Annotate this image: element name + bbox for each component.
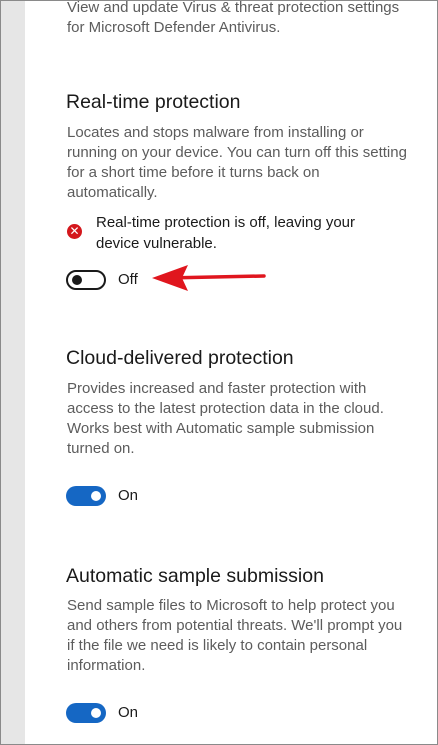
cloud-toggle-label: On [118, 487, 139, 504]
toggle-knob [91, 491, 101, 501]
cloud-toggle-row[interactable]: On [66, 486, 186, 506]
realtime-protection-toggle[interactable] [66, 270, 106, 290]
realtime-protection-description: Locates and stops malware from installin… [67, 124, 407, 201]
cloud-protection-description: Provides increased and faster protection… [67, 380, 384, 457]
intro-description: View and update Virus & threat protectio… [67, 0, 400, 36]
sample-toggle-row[interactable]: On [66, 703, 186, 723]
cloud-protection-toggle[interactable] [66, 486, 106, 506]
sample-submission-description: Send sample files to Microsoft to help p… [67, 597, 403, 674]
cloud-protection-heading: Cloud-delivered protection [66, 347, 294, 369]
sample-toggle-label: On [118, 704, 139, 721]
realtime-protection-heading: Real-time protection [66, 91, 241, 113]
sample-submission-toggle[interactable] [66, 703, 106, 723]
toggle-knob [91, 708, 101, 718]
realtime-warning-text: Real-time protection is off, leaving you… [96, 214, 356, 252]
sample-submission-heading: Automatic sample submission [66, 565, 324, 587]
left-navigation-strip [1, 1, 25, 744]
toggle-knob [72, 275, 82, 285]
error-x-icon: ✕ [67, 224, 82, 239]
red-arrow-annotation [152, 265, 266, 291]
realtime-toggle-label: Off [118, 271, 138, 288]
